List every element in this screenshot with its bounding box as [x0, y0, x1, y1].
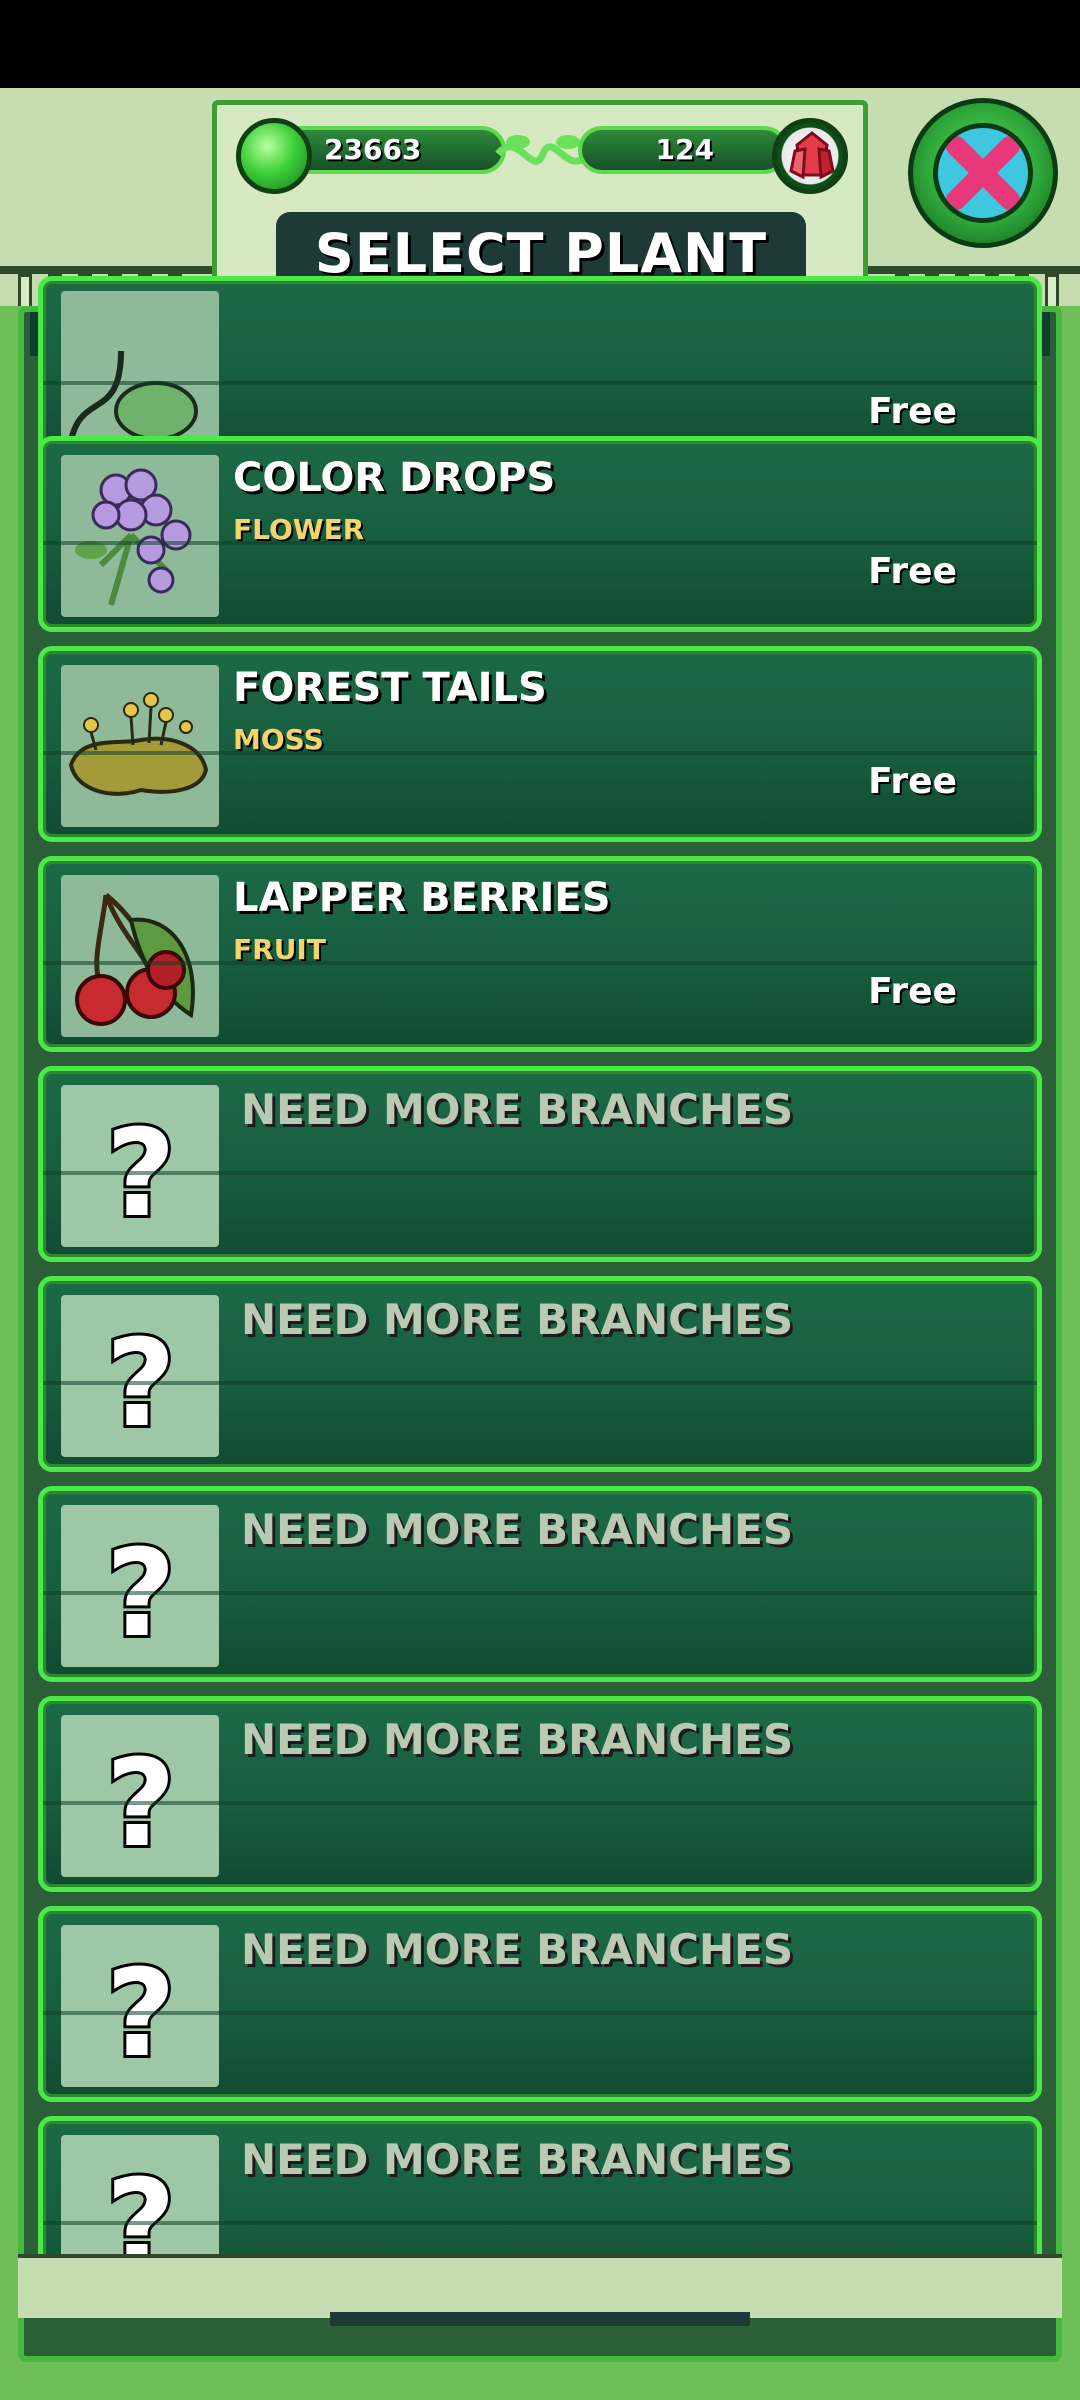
- plant-card-forest-tails[interactable]: FOREST TAILS MOSS Free: [38, 646, 1042, 842]
- question-mark-icon: ?: [61, 1085, 219, 1247]
- locked-label: NEED MORE BRANCHES: [241, 1085, 794, 1134]
- locked-plant-card[interactable]: ? NEED MORE BRANCHES: [38, 1696, 1042, 1892]
- locked-plant-card[interactable]: ? NEED MORE BRANCHES: [38, 1486, 1042, 1682]
- plant-price: Free: [868, 391, 957, 432]
- locked-label: NEED MORE BRANCHES: [241, 1295, 794, 1344]
- plant-price: Free: [868, 761, 957, 802]
- locked-label: NEED MORE BRANCHES: [241, 1715, 794, 1764]
- plant-card-color-drops[interactable]: COLOR DROPS FLOWER Free: [38, 436, 1042, 632]
- vine-leaf-icon: [61, 291, 219, 453]
- locked-plant-card[interactable]: ? NEED MORE BRANCHES: [38, 1906, 1042, 2102]
- locked-plant-card[interactable]: ? NEED MORE BRANCHES: [38, 2116, 1042, 2266]
- plant-list[interactable]: Free COLOR DROPS FLOWER Free FOREST TAIL…: [34, 46, 1046, 2266]
- bottom-border-decoration: [18, 2254, 1062, 2318]
- svg-text:?: ?: [106, 1315, 176, 1454]
- plant-type: FRUIT: [233, 933, 326, 966]
- question-mark-icon: ?: [61, 1505, 219, 1667]
- svg-text:?: ?: [106, 2155, 176, 2266]
- plant-price: Free: [868, 971, 957, 1012]
- moss-icon: [61, 665, 219, 827]
- svg-text:?: ?: [106, 1105, 176, 1244]
- plant-price: Free: [868, 551, 957, 592]
- locked-label: NEED MORE BRANCHES: [241, 2135, 794, 2184]
- cherry-icon: [61, 875, 219, 1037]
- question-mark-icon: ?: [61, 1295, 219, 1457]
- question-mark-icon: ?: [61, 1925, 219, 2087]
- plant-name: LAPPER BERRIES: [233, 875, 611, 921]
- plant-name: COLOR DROPS: [233, 455, 556, 501]
- flower-icon: [61, 455, 219, 617]
- question-mark-icon: ?: [61, 1715, 219, 1877]
- question-mark-icon: ?: [61, 2135, 219, 2266]
- locked-plant-card[interactable]: ? NEED MORE BRANCHES: [38, 1066, 1042, 1262]
- plant-type: MOSS: [233, 723, 324, 756]
- plant-type: FLOWER: [233, 513, 365, 546]
- plant-card-lapper-berries[interactable]: LAPPER BERRIES FRUIT Free: [38, 856, 1042, 1052]
- svg-text:?: ?: [106, 1735, 176, 1874]
- svg-text:?: ?: [106, 1945, 176, 2084]
- locked-label: NEED MORE BRANCHES: [241, 1505, 794, 1554]
- plant-name: FOREST TAILS: [233, 665, 547, 711]
- locked-label: NEED MORE BRANCHES: [241, 1925, 794, 1974]
- locked-plant-card[interactable]: ? NEED MORE BRANCHES: [38, 1276, 1042, 1472]
- svg-text:?: ?: [106, 1525, 176, 1664]
